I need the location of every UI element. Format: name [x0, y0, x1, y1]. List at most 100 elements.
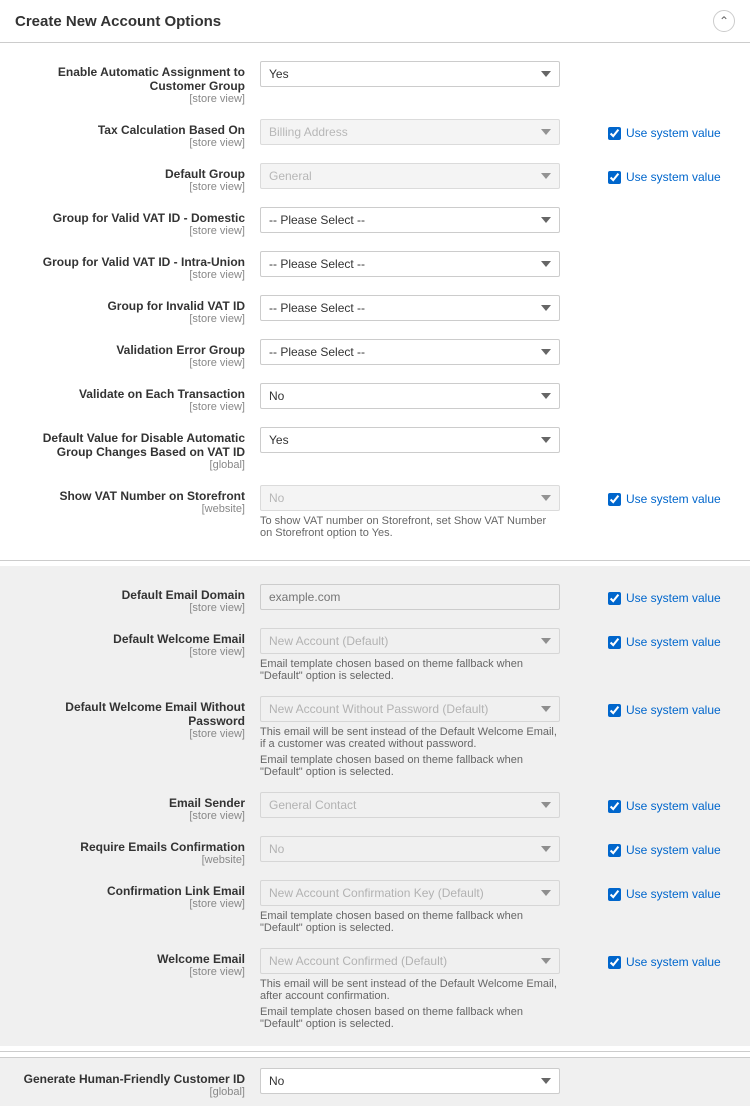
scope-confirmation-link-email: [store view]	[10, 898, 245, 910]
select-welcome-email[interactable]: New Account Confirmed (Default)	[260, 948, 560, 974]
hint1-welcome-email: This email will be sent instead of the D…	[260, 978, 560, 1002]
select-generate-customer-id[interactable]: No Yes	[260, 1068, 560, 1094]
system-value-confirmation-link-email: Use system value	[608, 882, 740, 901]
system-value-label: Use system value	[626, 126, 721, 140]
checkbox-email-sender[interactable]	[608, 800, 621, 813]
scope-validate-each-transaction: [store view]	[10, 401, 245, 413]
system-value-label-3: Use system value	[626, 492, 721, 506]
checkbox-require-emails-confirmation[interactable]	[608, 844, 621, 857]
scope-group-vat-domestic: [store view]	[10, 225, 245, 237]
checkbox-default-group[interactable]	[608, 171, 621, 184]
scope-default-group: [store view]	[10, 181, 245, 193]
checkbox-default-welcome-email[interactable]	[608, 636, 621, 649]
select-welcome-email-no-password[interactable]: New Account Without Password (Default)	[260, 696, 560, 722]
checkbox-welcome-email-no-password[interactable]	[608, 704, 621, 717]
select-require-emails-confirmation[interactable]: No	[260, 836, 560, 862]
row-group-vat-domestic: Group for Valid VAT ID - Domestic [store…	[0, 199, 750, 243]
hint-confirmation-link-email: Email template chosen based on theme fal…	[260, 910, 560, 934]
page-title: Create New Account Options	[15, 13, 221, 30]
label-default-value-disable-auto: Default Value for Disable Automatic Grou…	[10, 431, 245, 459]
system-value-default-email-domain: Use system value	[608, 586, 740, 605]
label-group-vat-domestic: Group for Valid VAT ID - Domestic	[10, 211, 245, 225]
scope-group-vat-intra-union: [store view]	[10, 269, 245, 281]
scope-enable-auto-assignment: [store view]	[10, 93, 245, 105]
scope-generate-customer-id: [global]	[10, 1086, 245, 1098]
vat-section: Enable Automatic Assignment to Customer …	[0, 43, 750, 555]
scope-show-vat-storefront: [website]	[10, 503, 245, 515]
label-email-sender: Email Sender	[10, 796, 245, 810]
row-group-invalid-vat: Group for Invalid VAT ID [store view] --…	[0, 287, 750, 331]
row-show-vat-storefront: Show VAT Number on Storefront [website] …	[0, 477, 750, 545]
hint-show-vat-storefront: To show VAT number on Storefront, set Sh…	[260, 515, 560, 539]
scope-email-sender: [store view]	[10, 810, 245, 822]
checkbox-default-email-domain[interactable]	[608, 592, 621, 605]
label-default-welcome-email: Default Welcome Email	[10, 632, 245, 646]
section-header: Create New Account Options ⌃	[0, 0, 750, 43]
select-group-invalid-vat[interactable]: -- Please Select --	[260, 295, 560, 321]
label-welcome-email-no-password: Default Welcome Email Without Password	[10, 700, 245, 728]
scope-tax-calculation: [store view]	[10, 137, 245, 149]
system-value-welcome-email-no-password: Use system value	[608, 698, 740, 717]
select-validation-error-group[interactable]: -- Please Select --	[260, 339, 560, 365]
email-section: Default Email Domain [store view] Use sy…	[0, 566, 750, 1046]
select-default-value-disable-auto[interactable]: Yes No	[260, 427, 560, 453]
label-default-group: Default Group	[10, 167, 245, 181]
select-default-group[interactable]: General	[260, 163, 560, 189]
select-enable-auto-assignment[interactable]: Yes No	[260, 61, 560, 87]
select-validate-each-transaction[interactable]: No Yes	[260, 383, 560, 409]
system-value-label-2: Use system value	[626, 170, 721, 184]
label-validation-error-group: Validation Error Group	[10, 343, 245, 357]
row-enable-auto-assignment: Enable Automatic Assignment to Customer …	[0, 53, 750, 111]
select-confirmation-link-email[interactable]: New Account Confirmation Key (Default)	[260, 880, 560, 906]
system-value-show-vat-storefront: Use system value	[608, 487, 740, 506]
row-welcome-email: Welcome Email [store view] New Account C…	[0, 940, 750, 1036]
label-default-email-domain: Default Email Domain	[10, 588, 245, 602]
system-value-require-emails-confirmation: Use system value	[608, 838, 740, 857]
scope-group-invalid-vat: [store view]	[10, 313, 245, 325]
select-group-vat-domestic[interactable]: -- Please Select --	[260, 207, 560, 233]
system-value-tax-calculation: Use system value	[608, 121, 740, 140]
checkbox-tax-calculation[interactable]	[608, 127, 621, 140]
system-value-default-group: Use system value	[608, 165, 740, 184]
scope-welcome-email-no-password: [store view]	[10, 728, 245, 740]
select-tax-calculation[interactable]: Billing Address	[260, 119, 560, 145]
row-default-welcome-email: Default Welcome Email [store view] New A…	[0, 620, 750, 688]
system-value-label-9: Use system value	[626, 887, 721, 901]
input-default-email-domain[interactable]	[260, 584, 560, 610]
system-value-default-welcome-email: Use system value	[608, 630, 740, 649]
bottom-bar: Generate Human-Friendly Customer ID [glo…	[0, 1057, 750, 1106]
row-default-value-disable-auto: Default Value for Disable Automatic Grou…	[0, 419, 750, 477]
row-group-vat-intra-union: Group for Valid VAT ID - Intra-Union [st…	[0, 243, 750, 287]
select-email-sender[interactable]: General Contact	[260, 792, 560, 818]
row-confirmation-link-email: Confirmation Link Email [store view] New…	[0, 872, 750, 940]
scope-validation-error-group: [store view]	[10, 357, 245, 369]
row-require-emails-confirmation: Require Emails Confirmation [website] No…	[0, 828, 750, 872]
system-value-email-sender: Use system value	[608, 794, 740, 813]
label-group-invalid-vat: Group for Invalid VAT ID	[10, 299, 245, 313]
select-group-vat-intra-union[interactable]: -- Please Select --	[260, 251, 560, 277]
system-value-label-10: Use system value	[626, 955, 721, 969]
scope-default-email-domain: [store view]	[10, 602, 245, 614]
system-value-label-8: Use system value	[626, 843, 721, 857]
row-tax-calculation: Tax Calculation Based On [store view] Bi…	[0, 111, 750, 155]
row-default-group: Default Group [store view] General Use s…	[0, 155, 750, 199]
row-welcome-email-no-password: Default Welcome Email Without Password […	[0, 688, 750, 784]
hint1-welcome-email-no-password: This email will be sent instead of the D…	[260, 726, 560, 750]
hint2-welcome-email: Email template chosen based on theme fal…	[260, 1006, 560, 1030]
scope-welcome-email: [store view]	[10, 966, 245, 978]
checkbox-welcome-email[interactable]	[608, 956, 621, 969]
collapse-button[interactable]: ⌃	[713, 10, 735, 32]
row-validate-each-transaction: Validate on Each Transaction [store view…	[0, 375, 750, 419]
system-value-welcome-email: Use system value	[608, 950, 740, 969]
select-default-welcome-email[interactable]: New Account (Default)	[260, 628, 560, 654]
label-group-vat-intra-union: Group for Valid VAT ID - Intra-Union	[10, 255, 245, 269]
checkbox-show-vat-storefront[interactable]	[608, 493, 621, 506]
bottom-divider	[0, 1051, 750, 1052]
hint-default-welcome-email: Email template chosen based on theme fal…	[260, 658, 560, 682]
system-value-label-7: Use system value	[626, 799, 721, 813]
select-show-vat-storefront[interactable]: No	[260, 485, 560, 511]
row-email-sender: Email Sender [store view] General Contac…	[0, 784, 750, 828]
system-value-label-4: Use system value	[626, 591, 721, 605]
checkbox-confirmation-link-email[interactable]	[608, 888, 621, 901]
label-validate-each-transaction: Validate on Each Transaction	[10, 387, 245, 401]
